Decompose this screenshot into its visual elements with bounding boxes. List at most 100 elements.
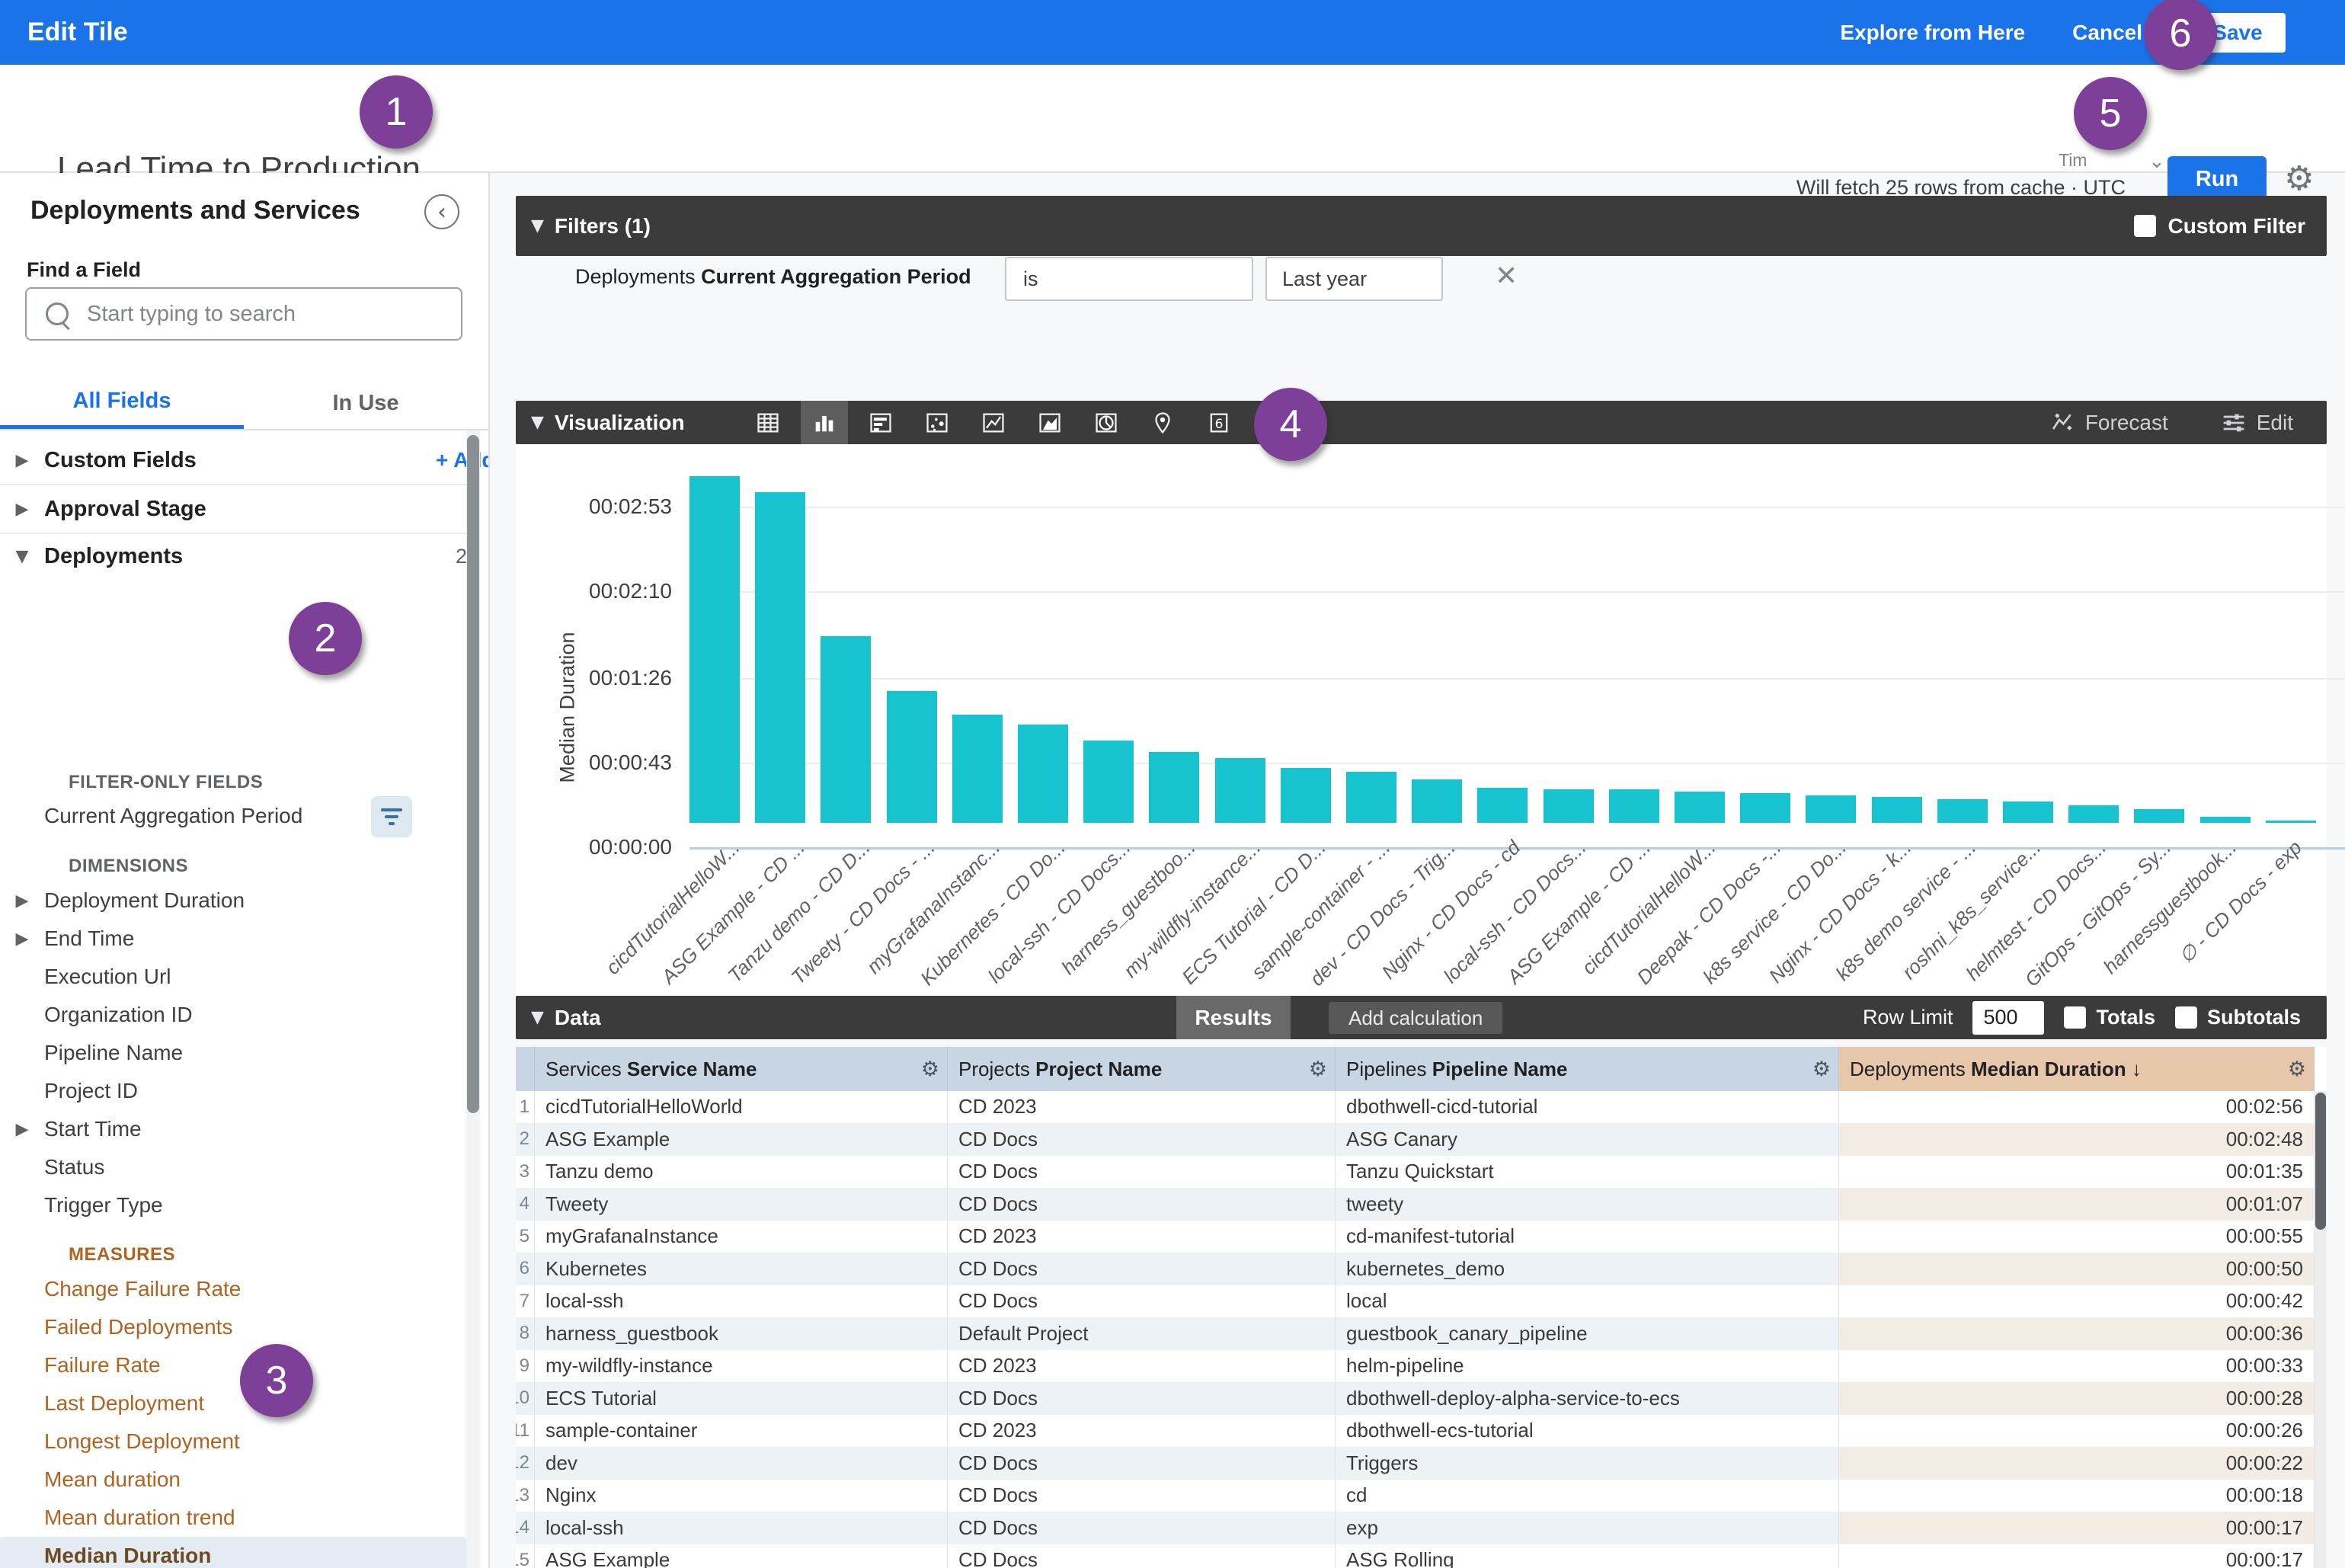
filters-section-header[interactable]: ▼ Filters (1) Custom Filter [516,196,2327,256]
collapse-caret-icon[interactable]: ▼ [531,216,544,235]
table-cell[interactable]: dbothwell-cicd-tutorial [1336,1091,1839,1124]
add-calculation-button[interactable]: Add calculation [1329,1002,1502,1034]
sidebar-dimension-item[interactable]: Execution Url [0,958,466,996]
table-cell[interactable]: CD 2023 [948,1091,1336,1124]
bar[interactable] [1609,789,1659,823]
table-cell[interactable]: 00:00:17 [1839,1544,2315,1568]
bar[interactable] [689,476,740,823]
visualization-section-header[interactable]: ▼ Visualization [516,401,2327,444]
bar[interactable] [1740,793,1790,823]
table-cell[interactable]: CD Docs [948,1544,1336,1568]
table-row[interactable]: 10ECS TutorialCD Docsdbothwell-deploy-al… [516,1383,2327,1416]
edit-viz-button[interactable]: Edit [2222,411,2293,435]
field-search-box[interactable] [25,287,462,341]
group-deployments[interactable]: ▼ Deployments 2 [0,534,466,578]
table-cell[interactable]: Nginx [535,1480,948,1512]
table-cell[interactable]: ASG Example [535,1544,948,1568]
table-cell[interactable]: 00:02:48 [1839,1124,2315,1157]
column-header[interactable]: Services Service Name⚙ [535,1047,948,1091]
bar[interactable] [1806,795,1856,823]
table-row[interactable]: 14local-sshCD Docsexp00:00:17 [516,1512,2327,1545]
table-cell[interactable]: CD Docs [948,1124,1336,1157]
bar[interactable] [1149,752,1199,823]
table-cell[interactable]: CD Docs [948,1448,1336,1480]
collapse-sidebar-icon[interactable]: ‹ [424,194,459,229]
bar[interactable] [2068,805,2119,823]
group-custom-fields[interactable]: ▶ Custom Fields + Add [0,437,466,485]
sidebar-dimension-item[interactable]: ▶Deployment Duration [0,882,466,920]
column-header[interactable]: Deployments Median Duration ↓⚙ [1839,1047,2315,1091]
table-cell[interactable]: 00:02:56 [1839,1091,2315,1124]
table-cell[interactable]: CD Docs [948,1189,1336,1221]
table-cell[interactable]: CD Docs [948,1383,1336,1416]
bar-chart-viz-icon[interactable] [857,401,904,444]
table-cell[interactable]: 00:00:17 [1839,1512,2315,1545]
table-row[interactable]: 12devCD DocsTriggers00:00:22 [516,1448,2327,1480]
table-cell[interactable]: CD Docs [948,1512,1336,1545]
bar[interactable] [1937,799,1988,823]
sidebar-measure-item[interactable]: Mean duration [0,1461,466,1499]
column-gear-icon[interactable]: ⚙ [1812,1058,1831,1081]
collapse-caret-icon[interactable]: ▼ [531,1008,544,1027]
bar[interactable] [1281,768,1331,823]
bar[interactable] [2003,802,2053,823]
expand-caret-icon[interactable]: ▶ [0,451,44,470]
bar[interactable] [1215,758,1265,823]
sidebar-dimension-item[interactable]: Organization ID [0,996,466,1034]
bar[interactable] [1018,725,1068,823]
subtotals-toggle[interactable]: Subtotals [2175,1006,2301,1029]
totals-toggle[interactable]: Totals [2064,1006,2155,1029]
table-cell[interactable]: ASG Rolling [1336,1544,1839,1568]
sidebar-dimension-item[interactable]: Pipeline Name [0,1034,466,1072]
table-row[interactable]: 4TweetyCD Docstweety00:01:07 [516,1189,2327,1221]
group-approval-stage[interactable]: ▶ Approval Stage [0,485,466,534]
field-current-aggregation-period[interactable]: Current Aggregation Period [0,795,466,837]
sidebar-scrollbar-thumb[interactable] [467,435,479,1113]
table-cell[interactable]: helm-pipeline [1336,1350,1839,1383]
filter-operator-select[interactable]: is [1005,257,1253,301]
table-cell[interactable]: my-wildfly-instance [535,1350,948,1383]
table-row[interactable]: 15ASG ExampleCD DocsASG Rolling00:00:17 [516,1544,2327,1568]
table-row[interactable]: 1cicdTutorialHelloWorldCD 2023dbothwell-… [516,1091,2327,1124]
table-cell[interactable]: CD 2023 [948,1221,1336,1253]
bar[interactable] [1346,772,1396,823]
row-limit-input[interactable] [1972,1001,2044,1035]
table-row[interactable]: 8harness_guestbookDefault Projectguestbo… [516,1318,2327,1351]
add-custom-field-button[interactable]: + Add [436,448,490,472]
table-row[interactable]: 13NginxCD Docscd00:00:18 [516,1480,2327,1512]
expand-caret-icon[interactable]: ▶ [0,1120,44,1139]
run-button[interactable]: Run [2167,156,2267,202]
bar[interactable] [1872,797,1922,823]
area-chart-viz-icon[interactable] [1026,401,1073,444]
table-row[interactable]: 2ASG ExampleCD DocsASG Canary00:02:48 [516,1124,2327,1157]
cancel-button[interactable]: Cancel [2072,21,2142,45]
sidebar-measure-item[interactable]: Failure Rate [0,1346,466,1384]
sidebar-dimension-item[interactable]: ▶End Time [0,920,466,958]
sidebar-dimension-item[interactable]: Trigger Type [0,1186,466,1224]
column-gear-icon[interactable]: ⚙ [2288,1058,2306,1081]
bar[interactable] [1083,741,1134,824]
bar[interactable] [2134,809,2184,823]
sidebar-measure-item[interactable]: Last Deployment [0,1384,466,1422]
expand-caret-icon[interactable]: ▶ [0,930,44,949]
table-cell[interactable]: dbothwell-deploy-alpha-service-to-ecs [1336,1383,1839,1416]
table-row[interactable]: 5myGrafanaInstanceCD 2023cd-manifest-tut… [516,1221,2327,1253]
table-cell[interactable]: sample-container [535,1415,948,1448]
sidebar-measure-item[interactable]: Mean duration trend [0,1499,466,1537]
sidebar-dimension-item[interactable]: ▶Start Time [0,1110,466,1148]
table-cell[interactable]: Tanzu demo [535,1156,948,1189]
table-cell[interactable]: CD 2023 [948,1350,1336,1383]
table-viz-icon[interactable] [744,401,792,444]
table-cell[interactable]: local-ssh [535,1285,948,1318]
table-row[interactable]: 9my-wildfly-instanceCD 2023helm-pipeline… [516,1350,2327,1383]
table-row[interactable]: 7local-sshCD Docslocal00:00:42 [516,1285,2327,1318]
column-gear-icon[interactable]: ⚙ [921,1058,939,1081]
table-cell[interactable]: exp [1336,1512,1839,1545]
bar[interactable] [1412,779,1462,823]
expand-caret-icon[interactable]: ▶ [0,500,44,519]
column-header[interactable]: Projects Project Name⚙ [948,1047,1336,1091]
table-cell[interactable]: 00:00:28 [1839,1383,2315,1416]
scatter-viz-icon[interactable] [913,401,961,444]
table-cell[interactable]: Triggers [1336,1448,1839,1480]
table-cell[interactable]: myGrafanaInstance [535,1221,948,1253]
